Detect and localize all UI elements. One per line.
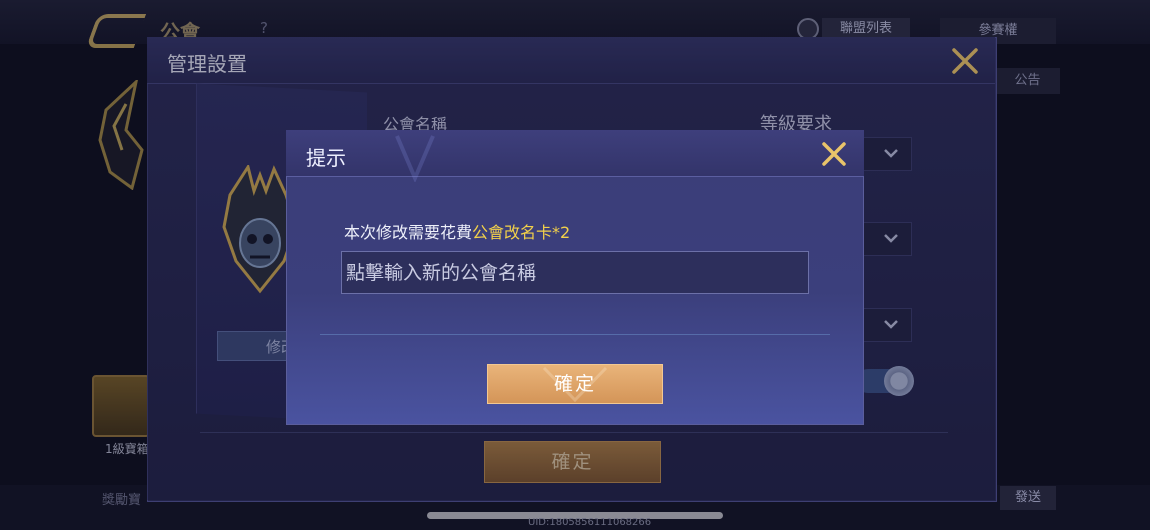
bottom-left-label: 獎勵寶	[102, 493, 142, 508]
v-watermark-icon	[395, 135, 435, 182]
dialog-divider	[320, 334, 830, 335]
chest-icon[interactable]	[92, 375, 150, 437]
guild-emblem-icon	[98, 80, 144, 190]
cost-prefix: 本次修改需要花費	[344, 223, 473, 242]
close-icon[interactable]	[818, 138, 850, 170]
cost-message: 本次修改需要花費公會改名卡*2	[344, 219, 570, 243]
uid-label: UID:1805856111068266	[528, 517, 652, 528]
v-watermark-icon	[542, 366, 608, 402]
dialog-title: 提示	[306, 146, 346, 170]
new-guild-name-input[interactable]	[341, 251, 809, 294]
send-button[interactable]: 發送	[1000, 486, 1056, 510]
tab-right-secondary[interactable]: 公告	[995, 68, 1060, 94]
chest-label: 1級寶箱	[105, 442, 149, 456]
dialog-header	[286, 130, 864, 177]
help-icon[interactable]: ?	[260, 19, 268, 37]
cost-item: 公會改名卡*2	[472, 223, 571, 242]
